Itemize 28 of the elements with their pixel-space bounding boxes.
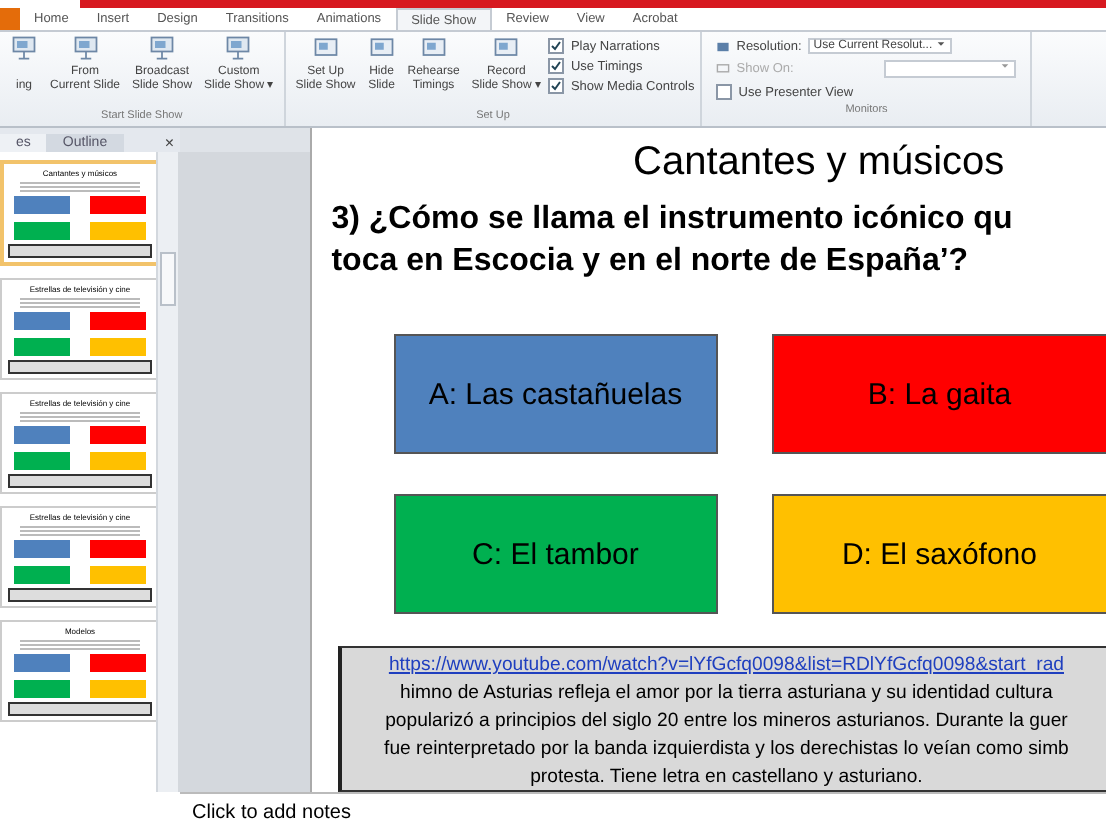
projector-screen-icon [148, 34, 177, 62]
description-line: himno de Asturias refleja el amor por la tierra asturiana y su identidad cultura [400, 680, 1053, 708]
answer-box[interactable]: B: La gaita [771, 334, 1106, 454]
projector-screen-icon [224, 34, 253, 62]
projector-screen-icon [10, 34, 38, 62]
dropdown-arrow-icon [1000, 62, 1011, 70]
description-line: protesta. Tiene letra en castellano y asturiano. [530, 764, 923, 790]
file-tab[interactable] [0, 8, 20, 30]
slide-icon [419, 34, 448, 62]
slide-title: Cantantes y músicos [631, 140, 1007, 186]
description-line: popularizó a principios del siglo 20 entre los mineros asturianos. Durante la guer [385, 708, 1068, 736]
grid-icon [716, 39, 731, 53]
scrollbar[interactable] [156, 152, 178, 792]
projector-screen-icon [71, 34, 99, 62]
dropdown-arrow-icon [936, 40, 947, 48]
question-text: 3) ¿Cómo se llama el instrumento icónico qu toca en Escocia y en el norte de España’? [331, 200, 1015, 282]
slide-icon [492, 34, 521, 62]
monitor-icon [716, 62, 731, 76]
description-line: fue reinterpretado por la banda izquierdista y los derechistas lo veían como simb [384, 736, 1069, 764]
slide-icon [367, 34, 396, 62]
show-on-dropdown[interactable] [884, 60, 1017, 78]
answer-box[interactable]: D: El saxófono [771, 494, 1106, 614]
video-link[interactable]: https://www.youtube.com/watch?v=lYfGcfq0098&list=RDlYfGcfq0098&start_rad [388, 652, 1064, 680]
notes-placeholder: Click to add notes [190, 801, 351, 823]
answer-box[interactable]: C: El tambor [393, 494, 718, 614]
close-button[interactable]: × [158, 134, 180, 152]
slide-icon [311, 34, 340, 62]
answer-box[interactable]: A: Las castañuelas [393, 334, 718, 454]
